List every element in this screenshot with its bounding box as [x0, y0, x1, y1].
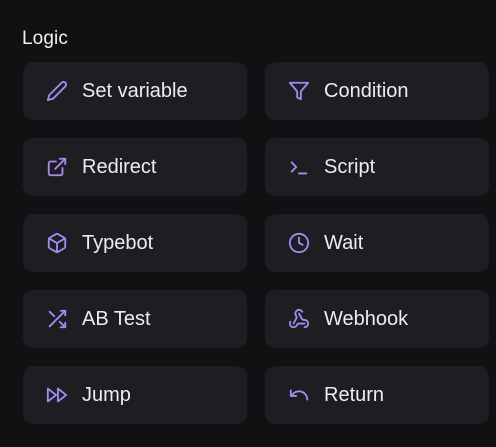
- block-label: Condition: [324, 79, 409, 102]
- block-script[interactable]: Script: [265, 138, 489, 196]
- terminal-icon: [288, 156, 310, 178]
- block-label: Wait: [324, 231, 364, 254]
- block-label: Redirect: [82, 155, 157, 178]
- shuffle-icon: [46, 308, 68, 330]
- block-label: Script: [324, 155, 376, 178]
- fast-forward-icon: [46, 384, 68, 406]
- section-title: Logic: [22, 28, 68, 49]
- block-set-variable[interactable]: Set variable: [23, 62, 247, 120]
- logic-blocks-panel: Logic Set variable Condition Redirect Sc…: [0, 0, 496, 447]
- block-label: Typebot: [82, 231, 154, 254]
- block-webhook[interactable]: Webhook: [265, 290, 489, 348]
- block-label: Webhook: [324, 307, 409, 330]
- external-link-icon: [46, 156, 68, 178]
- filter-icon: [288, 80, 310, 102]
- block-ab-test[interactable]: AB Test: [23, 290, 247, 348]
- block-label: Jump: [82, 383, 131, 406]
- block-condition[interactable]: Condition: [265, 62, 489, 120]
- webhook-icon: [288, 308, 310, 330]
- pencil-icon: [46, 80, 68, 102]
- clock-icon: [288, 232, 310, 254]
- block-jump[interactable]: Jump: [23, 366, 247, 424]
- undo-icon: [288, 384, 310, 406]
- block-label: Return: [324, 383, 385, 406]
- block-label: AB Test: [82, 307, 151, 330]
- block-return[interactable]: Return: [265, 366, 489, 424]
- cube-icon: [46, 232, 68, 254]
- block-typebot[interactable]: Typebot: [23, 214, 247, 272]
- block-label: Set variable: [82, 79, 188, 102]
- block-wait[interactable]: Wait: [265, 214, 489, 272]
- block-redirect[interactable]: Redirect: [23, 138, 247, 196]
- blocks-grid: Set variable Condition Redirect Script T: [23, 62, 489, 424]
